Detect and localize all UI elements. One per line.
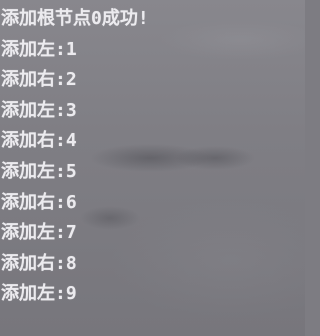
console-line: 添加右:8 bbox=[1, 252, 77, 274]
console-line: 添加右:4 bbox=[1, 130, 77, 152]
console-line: 添加左:1 bbox=[1, 38, 77, 60]
console-output: 添加根节点0成功! 添加左:1 添加右:2 添加左:3 添加右:4 添加左:5 … bbox=[1, 4, 149, 310]
console-line: 添加左:7 bbox=[1, 222, 77, 244]
console-line: 添加右:2 bbox=[1, 69, 77, 91]
console-line: 添加左:5 bbox=[1, 160, 77, 182]
console-line: 添加左:3 bbox=[1, 99, 77, 121]
console-line: 添加右:6 bbox=[1, 191, 77, 213]
console-line: 添加左:9 bbox=[1, 283, 77, 305]
console-window: 添加根节点0成功! 添加左:1 添加右:2 添加左:3 添加右:4 添加左:5 … bbox=[0, 0, 305, 336]
console-line-root-added: 添加根节点0成功! bbox=[1, 8, 149, 29]
